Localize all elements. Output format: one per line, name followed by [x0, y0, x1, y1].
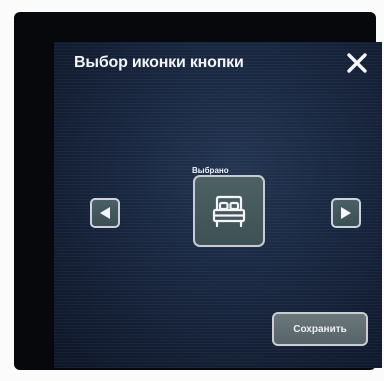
selected-label: Выбрано: [192, 166, 229, 175]
icon-picker-dialog: Выбор иконки кнопки Выбрано Сохранить: [54, 42, 382, 368]
next-icon-button[interactable]: [331, 198, 361, 228]
selected-icon-tile[interactable]: [193, 175, 265, 247]
previous-icon-button[interactable]: [90, 198, 120, 228]
arrow-right-icon: [341, 207, 351, 219]
arrow-left-icon: [100, 207, 110, 219]
close-button[interactable]: [344, 50, 370, 76]
close-icon: [347, 53, 367, 73]
bed-icon: [212, 195, 246, 228]
device-bezel: Выбор иконки кнопки Выбрано Сохранить: [14, 12, 382, 370]
dialog-title: Выбор иконки кнопки: [74, 54, 244, 71]
save-button[interactable]: Сохранить: [272, 312, 368, 346]
